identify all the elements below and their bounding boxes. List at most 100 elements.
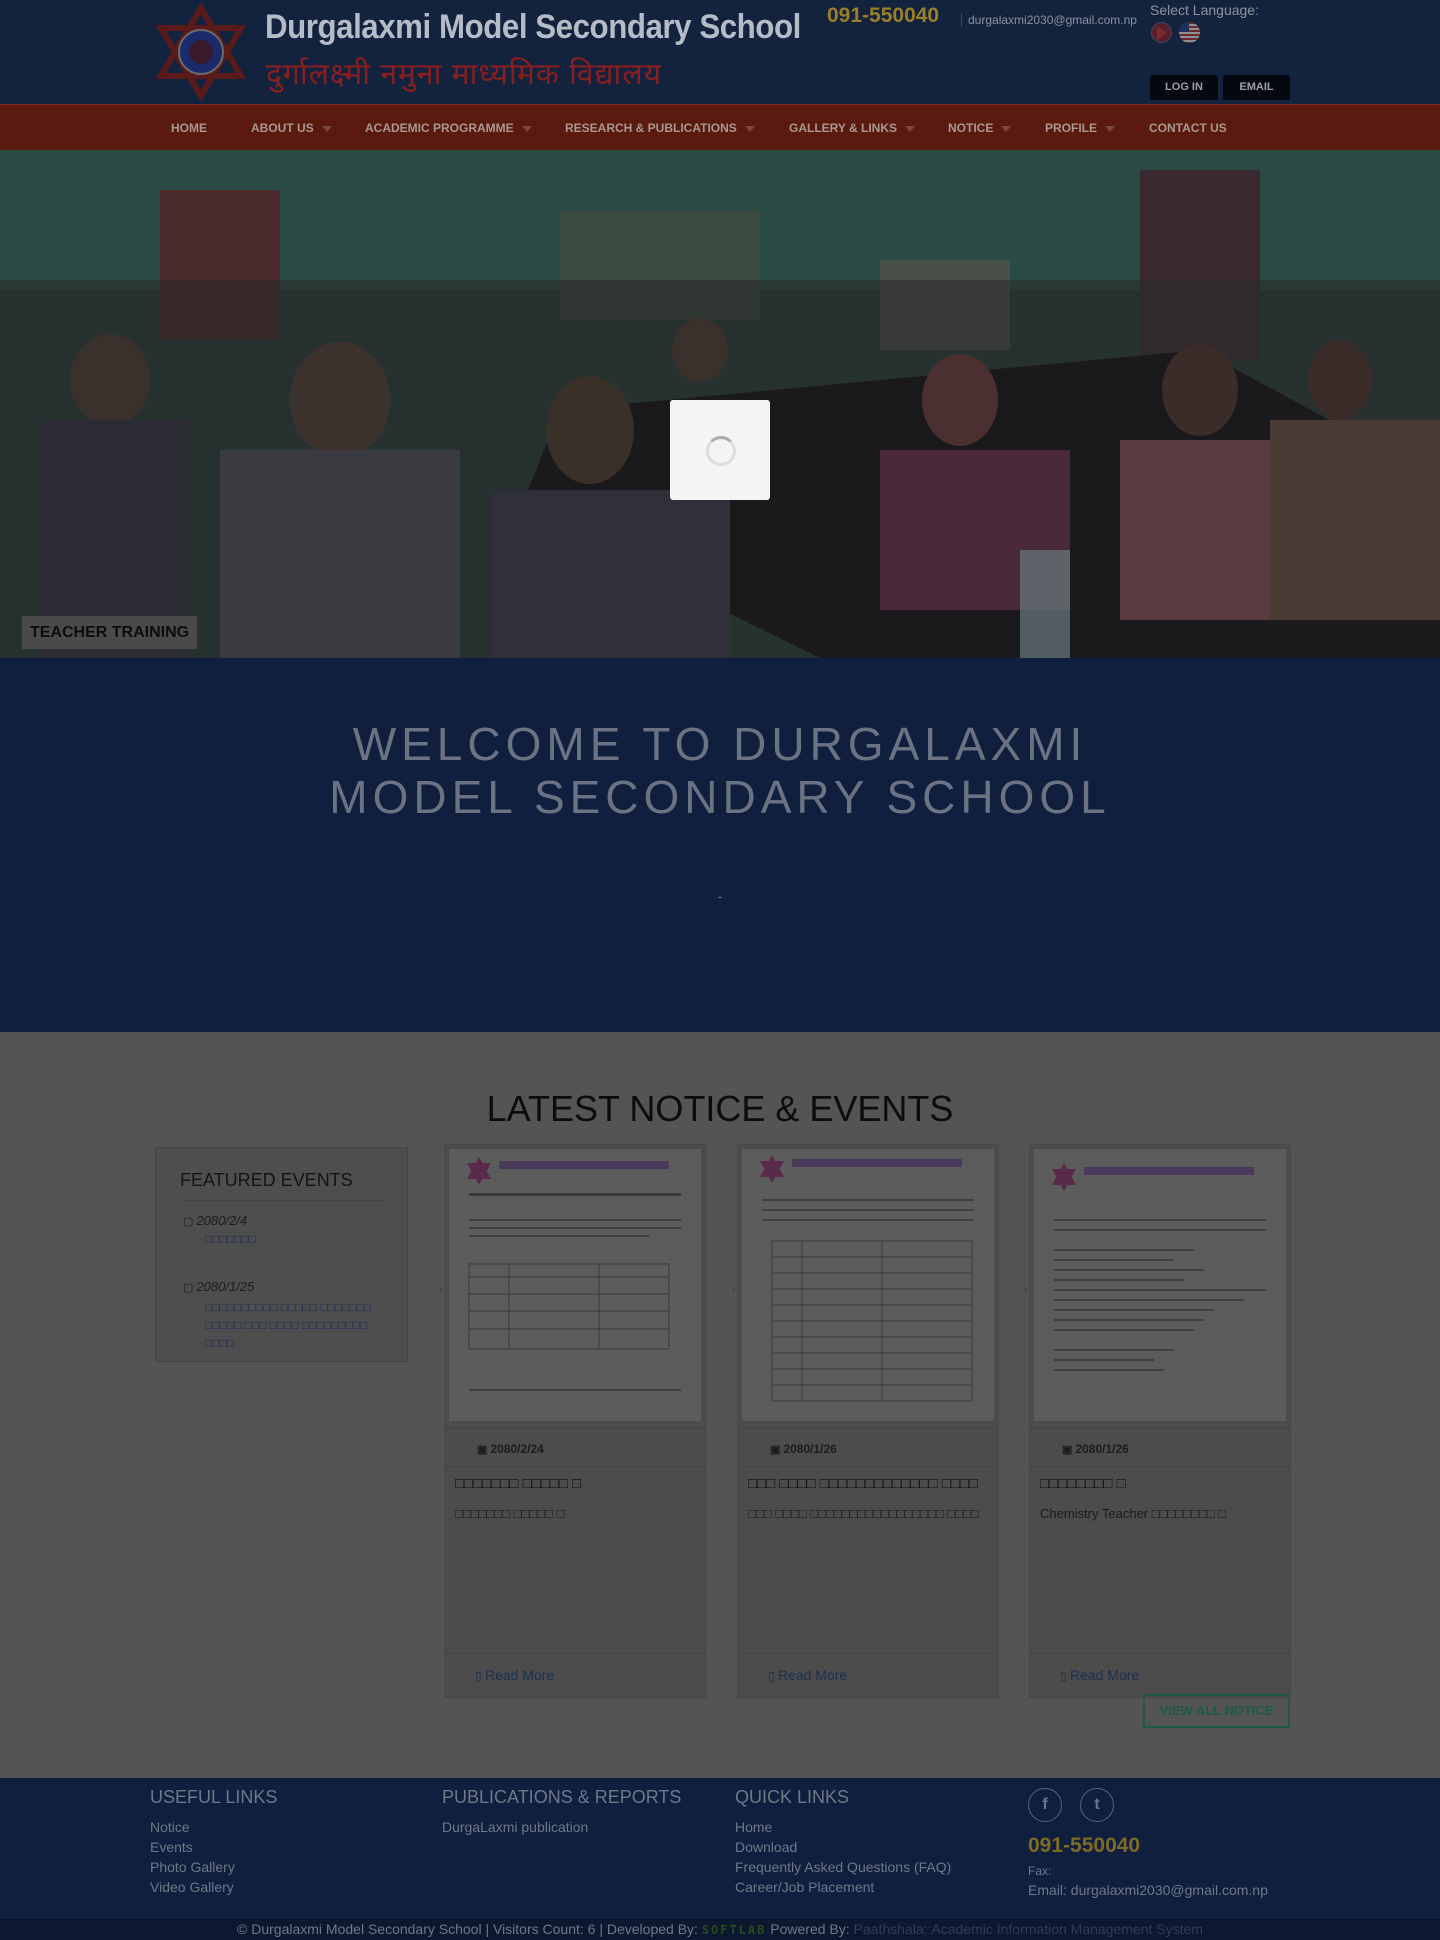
event-link[interactable]: □□□□□□□	[205, 1230, 385, 1248]
header-phone: 091-550040	[827, 4, 940, 27]
email-button[interactable]: EMAIL	[1223, 75, 1290, 100]
caret-down-icon	[905, 125, 916, 132]
nav-home[interactable]: HOME	[171, 105, 207, 151]
card-description: Chemistry Teacher □□□□□□□□ □	[1040, 1506, 1227, 1521]
card-date-bar: 2080/1/26	[738, 1427, 998, 1467]
card-date-bar: 2080/1/26	[1030, 1427, 1290, 1467]
nepal-flag-icon[interactable]	[1151, 22, 1172, 43]
us-flag-icon[interactable]	[1179, 22, 1200, 43]
school-name-en[interactable]: Durgalaxmi Model Secondary School	[265, 8, 801, 47]
nav-gallery-links[interactable]: GALLERY & LINKS	[789, 105, 916, 151]
notice-card: ‹ 2080/2/24 □□□□□□□ □□□□□ □ □□□□□□□ □□□□…	[439, 1144, 706, 1698]
powered-by-label: Powered By:	[770, 1921, 850, 1937]
page: Durgalaxmi Model Secondary School दुर्गा…	[0, 0, 1440, 1940]
caret-down-icon	[1105, 125, 1116, 132]
nav-notice-label: NOTICE	[948, 121, 994, 135]
caret-down-icon	[321, 125, 332, 132]
copyright-text: © Durgalaxmi Model Secondary School | Vi…	[237, 1921, 698, 1937]
featured-events-title: FEATURED EVENTS	[180, 1170, 353, 1190]
footer-link-home[interactable]: Home	[735, 1819, 772, 1835]
notice-section: LATEST NOTICE & EVENTS FEATURED EVENTS 2…	[0, 1032, 1440, 1778]
featured-events-panel: FEATURED EVENTS 2080/2/4 □□□□□□□ 2080/1/…	[155, 1147, 408, 1362]
notice-image[interactable]	[742, 1149, 994, 1421]
nav-about-us-label: ABOUT US	[251, 121, 314, 135]
notice-card: ‹ 2080/1/26 □□□□□□□□ □ Chemistry Teacher…	[1024, 1144, 1291, 1698]
prev-arrow-icon[interactable]: ‹	[732, 1285, 735, 1296]
useful-links-heading: USEFUL LINKS	[150, 1787, 278, 1807]
footer-email[interactable]: Email: durgalaxmi2030@gmail.com.np	[1028, 1882, 1268, 1898]
nav-home-label: HOME	[171, 121, 207, 135]
caret-down-icon	[521, 125, 532, 132]
welcome-subtitle: -	[717, 888, 723, 904]
card-date: 2080/1/26	[770, 1442, 836, 1456]
copyright-bar: © Durgalaxmi Model Secondary School | Vi…	[0, 1917, 1440, 1940]
card-date: 2080/1/26	[1062, 1442, 1128, 1456]
quick-links-heading: QUICK LINKS	[735, 1787, 850, 1807]
footer-link-career[interactable]: Career/Job Placement	[735, 1879, 874, 1895]
footer-phone: 091-550040	[1028, 1834, 1141, 1857]
prev-arrow-icon[interactable]: ‹	[439, 1285, 442, 1296]
notice-section-title: LATEST NOTICE & EVENTS	[486, 1088, 954, 1129]
developer-logo[interactable]: SOFTLAB	[702, 1923, 767, 1937]
read-more-link[interactable]: Read More	[768, 1667, 847, 1683]
welcome-section: WELCOME TO DURGALAXMI MODEL SECONDARY SC…	[0, 658, 1440, 1032]
event-link[interactable]: □□□□□□□□□□ □□□□□ □□□□□□□ □□□□□ □□□ □□□□ …	[205, 1298, 385, 1352]
divider	[180, 1200, 385, 1201]
prev-arrow-icon[interactable]: ‹	[1024, 1285, 1027, 1296]
event-date: 2080/1/25	[183, 1279, 254, 1294]
footer-link-publication[interactable]: DurgaLaxmi publication	[442, 1819, 588, 1835]
card-description: □□□□□□□ □□□□□ □	[455, 1506, 565, 1521]
hero-slider[interactable]: TEACHER TRAINING	[0, 150, 1440, 658]
caret-down-icon	[1001, 125, 1012, 132]
view-all-notice-button[interactable]: VIEW ALL NOTICE	[1143, 1694, 1290, 1728]
header-email[interactable]: durgalaxmi2030@gmail.com.np	[961, 13, 1137, 27]
card-date: 2080/2/24	[477, 1442, 543, 1456]
card-title[interactable]: □□□□□□□□ □	[1040, 1475, 1285, 1492]
school-name-ne[interactable]: दुर्गालक्ष्मी नमुना माध्यमिक विद्यालय	[266, 52, 662, 93]
footer-link-faq[interactable]: Frequently Asked Questions (FAQ)	[735, 1859, 951, 1875]
divider	[738, 1653, 998, 1654]
card-title[interactable]: □□□ □□□□ □□□□□□□□□□□□□ □□□□	[748, 1475, 993, 1492]
footer-link-video-gallery[interactable]: Video Gallery	[150, 1879, 234, 1895]
loading-overlay	[670, 400, 770, 500]
caret-down-icon	[744, 125, 755, 132]
welcome-title: WELCOME TO DURGALAXMI MODEL SECONDARY SC…	[329, 718, 1111, 823]
main-nav: HOME ABOUT US ACADEMIC PROGRAMME RESEARC…	[0, 104, 1440, 150]
publications-heading: PUBLICATIONS & REPORTS	[442, 1787, 682, 1807]
spinner-icon	[706, 436, 736, 466]
site-header: Durgalaxmi Model Secondary School दुर्गा…	[0, 0, 1440, 104]
facebook-icon[interactable]: f	[1028, 1788, 1062, 1822]
read-more-link[interactable]: Read More	[475, 1667, 554, 1683]
footer-link-photo-gallery[interactable]: Photo Gallery	[150, 1859, 235, 1875]
footer-link-events[interactable]: Events	[150, 1839, 193, 1855]
nav-research-publications-label: RESEARCH & PUBLICATIONS	[565, 121, 737, 135]
language-label: Select Language:	[1150, 2, 1259, 18]
nav-contact-us-label: CONTACT US	[1149, 121, 1227, 135]
notice-card: ‹ 2080/1/26 □□□ □□□□ □□□□□□□□□□□□□ □□□□ …	[732, 1144, 999, 1698]
site-footer: USEFUL LINKS Notice Events Photo Gallery…	[0, 1778, 1440, 1940]
notice-image[interactable]	[1034, 1149, 1286, 1421]
nav-contact-us[interactable]: CONTACT US	[1149, 105, 1227, 151]
powered-by-link[interactable]: Paathshala::Academic Information Managem…	[854, 1921, 1203, 1937]
nav-notice[interactable]: NOTICE	[948, 105, 1012, 151]
nav-about-us[interactable]: ABOUT US	[251, 105, 332, 151]
notice-image[interactable]	[449, 1149, 701, 1421]
nav-academic-programme-label: ACADEMIC PROGRAMME	[365, 121, 514, 135]
event-date: 2080/2/4	[183, 1213, 247, 1228]
nav-academic-programme[interactable]: ACADEMIC PROGRAMME	[365, 105, 532, 151]
nav-research-publications[interactable]: RESEARCH & PUBLICATIONS	[565, 105, 755, 151]
card-title[interactable]: □□□□□□□ □□□□□ □	[455, 1475, 700, 1492]
footer-link-notice[interactable]: Notice	[150, 1819, 190, 1835]
nav-profile[interactable]: PROFILE	[1045, 105, 1116, 151]
hero-caption: TEACHER TRAINING	[22, 616, 198, 649]
school-logo[interactable]	[153, 4, 249, 100]
divider	[1030, 1653, 1290, 1654]
nav-profile-label: PROFILE	[1045, 121, 1098, 135]
footer-fax: Fax:	[1028, 1864, 1052, 1878]
twitter-icon[interactable]: t	[1080, 1788, 1114, 1822]
read-more-link[interactable]: Read More	[1060, 1667, 1139, 1683]
divider	[445, 1653, 705, 1654]
login-button[interactable]: LOG IN	[1150, 75, 1218, 100]
nav-gallery-links-label: GALLERY & LINKS	[789, 121, 898, 135]
footer-link-download[interactable]: Download	[735, 1839, 797, 1855]
